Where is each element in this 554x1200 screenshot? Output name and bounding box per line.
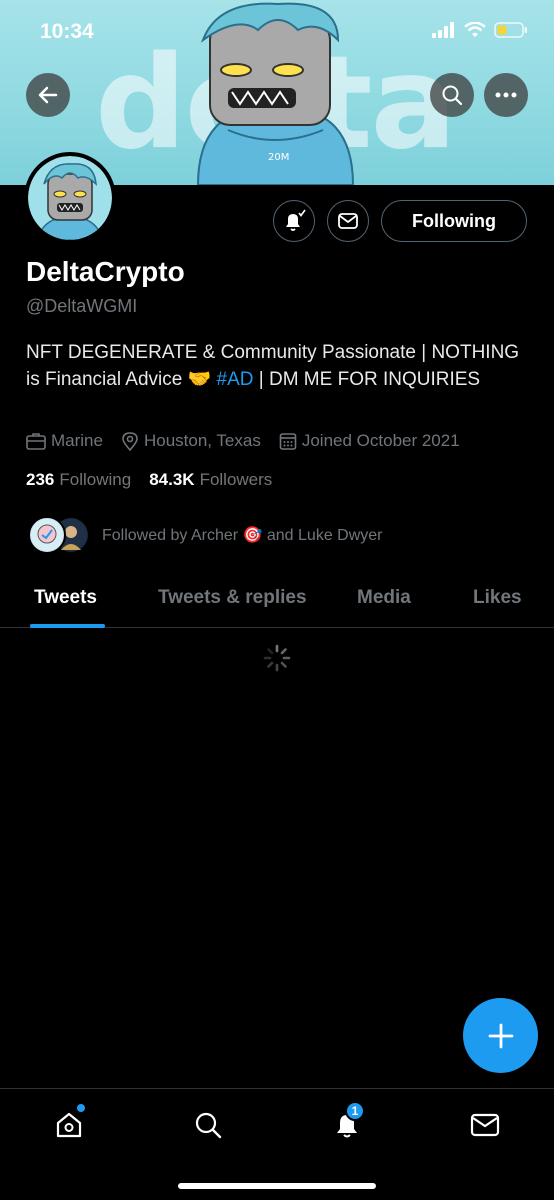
message-button[interactable]	[327, 200, 369, 242]
followed-by-text: Followed by Archer 🎯 and Luke Dwyer	[102, 527, 383, 544]
status-bar: 10:34	[0, 0, 554, 62]
home-icon	[56, 1112, 82, 1138]
search-icon	[195, 1112, 222, 1139]
profile-tabs: Tweets Tweets & replies Media Likes	[0, 570, 554, 628]
calendar-icon	[279, 433, 297, 450]
user-handle: @DeltaWGMI	[26, 296, 138, 316]
briefcase-icon	[26, 433, 46, 450]
bio-text-end: | DM ME FOR INQUIRIES	[253, 369, 481, 390]
tab-tweets-replies[interactable]: Tweets & replies	[158, 587, 307, 609]
following-count-link[interactable]: 236 Following	[26, 470, 131, 490]
profile-bio: NFT DEGENERATE & Community Passionate | …	[26, 339, 526, 393]
tab-tweets[interactable]: Tweets	[34, 587, 97, 609]
profession-text: Marine	[51, 431, 103, 450]
more-options-button[interactable]	[484, 73, 528, 117]
compose-tweet-button[interactable]	[463, 998, 538, 1073]
search-button[interactable]	[430, 73, 474, 117]
bio-hashtag-link[interactable]: #AD	[217, 369, 254, 390]
search-icon	[442, 85, 463, 106]
tab-likes[interactable]: Likes	[473, 587, 522, 609]
notifications-subscribe-button[interactable]	[273, 200, 315, 242]
following-label: Following	[59, 470, 132, 489]
bell-check-icon	[286, 209, 306, 231]
svg-text:20M: 20M	[268, 152, 289, 163]
follower-avatar-archer	[28, 516, 66, 554]
nav-search-button[interactable]	[188, 1105, 228, 1145]
followers-count-link[interactable]: 84.3K Followers	[149, 470, 272, 490]
more-dots-icon	[495, 92, 517, 98]
cellular-signal-icon	[432, 22, 454, 38]
home-indicator	[178, 1183, 376, 1189]
joined-date-text: Joined October 2021	[301, 431, 460, 450]
back-button[interactable]	[26, 73, 70, 117]
avatar-character-art	[37, 163, 103, 240]
notifications-badge: 1	[345, 1101, 365, 1121]
followers-count: 84.3K	[149, 470, 195, 489]
location-pin-icon	[122, 432, 138, 451]
nav-notifications-button[interactable]: 1	[327, 1101, 367, 1145]
follow-counts: 236 Following 84.3K Followers	[26, 470, 290, 490]
active-tab-indicator	[30, 624, 105, 628]
loading-spinner-icon	[263, 644, 291, 672]
followed-by-row[interactable]: Followed by Archer 🎯 and Luke Dwyer	[28, 516, 383, 554]
battery-icon	[494, 22, 527, 38]
home-new-content-dot	[77, 1104, 85, 1112]
envelope-icon	[338, 213, 358, 229]
status-time: 10:34	[40, 20, 94, 43]
nav-messages-button[interactable]	[465, 1105, 505, 1145]
profile-meta: Marine Houston, Texas Joined October 202…	[26, 431, 478, 451]
location-text: Houston, Texas	[143, 431, 261, 450]
envelope-icon	[470, 1113, 500, 1137]
following-button[interactable]: Following	[381, 200, 527, 242]
followers-label: Followers	[199, 470, 273, 489]
back-arrow-icon	[38, 86, 58, 104]
following-count: 236	[26, 470, 55, 489]
display-name: DeltaCrypto	[26, 256, 185, 287]
tab-media[interactable]: Media	[357, 587, 411, 609]
nav-home-button[interactable]	[49, 1104, 89, 1145]
wifi-icon	[464, 22, 486, 37]
profile-avatar[interactable]	[24, 152, 116, 244]
plus-icon	[488, 1023, 513, 1048]
